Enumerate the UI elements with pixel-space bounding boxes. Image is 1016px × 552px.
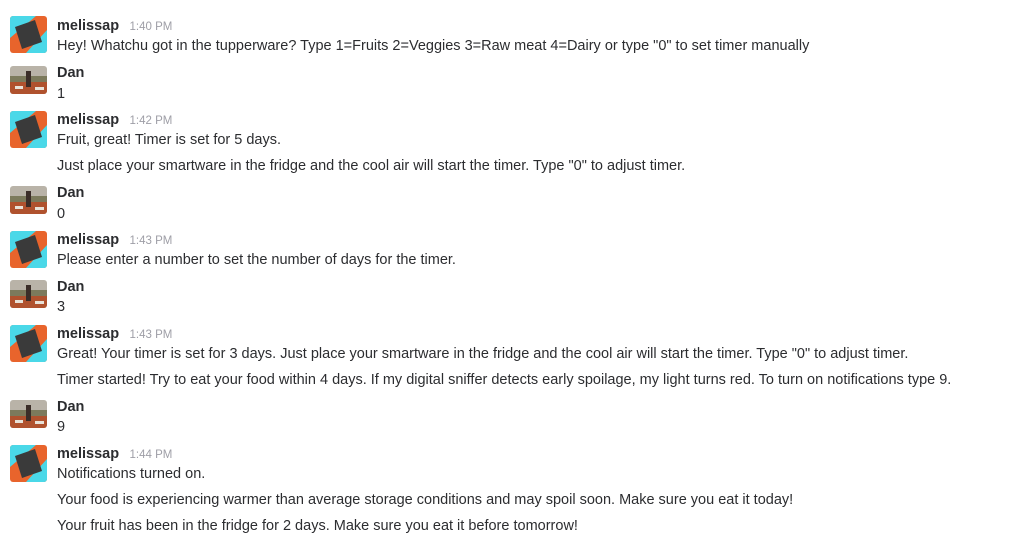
bot-avatar[interactable] (10, 445, 47, 482)
timestamp[interactable]: 1:40 PM (130, 21, 173, 33)
sender-name[interactable]: melissap (57, 446, 119, 462)
sender-name[interactable]: Dan (57, 65, 84, 81)
sender-name[interactable]: melissap (57, 112, 119, 128)
message-text: Timer started! Try to eat your food with… (57, 372, 952, 388)
user-avatar[interactable] (10, 186, 47, 214)
sender-name[interactable]: melissap (57, 326, 119, 342)
message-text: 1 (57, 86, 66, 102)
bot-avatar[interactable] (10, 111, 47, 148)
user-avatar[interactable] (10, 400, 47, 428)
timestamp[interactable]: 1:44 PM (130, 449, 173, 461)
message-text: 0 (57, 206, 66, 222)
user-avatar[interactable] (10, 280, 47, 308)
timestamp[interactable]: 1:42 PM (130, 115, 173, 127)
bot-avatar[interactable] (10, 325, 47, 362)
message-text: Great! Your timer is set for 3 days. Jus… (57, 346, 909, 362)
message-text: 9 (57, 419, 66, 435)
timestamp[interactable]: 1:43 PM (130, 329, 173, 341)
user-avatar[interactable] (10, 66, 47, 94)
sender-name[interactable]: melissap (57, 18, 119, 34)
message-text: Notifications turned on. (57, 466, 206, 482)
sender-name[interactable]: Dan (57, 185, 84, 201)
message-text: Your food is experiencing warmer than av… (57, 492, 794, 508)
message-text: Please enter a number to set the number … (57, 252, 456, 268)
message-text: 3 (57, 299, 66, 315)
bot-avatar[interactable] (10, 16, 47, 53)
sender-name[interactable]: Dan (57, 399, 84, 415)
message-text: Your fruit has been in the fridge for 2 … (57, 518, 578, 534)
message-text: Hey! Whatchu got in the tupperware? Type… (57, 38, 810, 54)
message-text: Fruit, great! Timer is set for 5 days. (57, 132, 282, 148)
timestamp[interactable]: 1:43 PM (130, 235, 173, 247)
bot-avatar[interactable] (10, 231, 47, 268)
message-text: Just place your smartware in the fridge … (57, 158, 686, 174)
sender-name[interactable]: Dan (57, 279, 84, 295)
sender-name[interactable]: melissap (57, 232, 119, 248)
